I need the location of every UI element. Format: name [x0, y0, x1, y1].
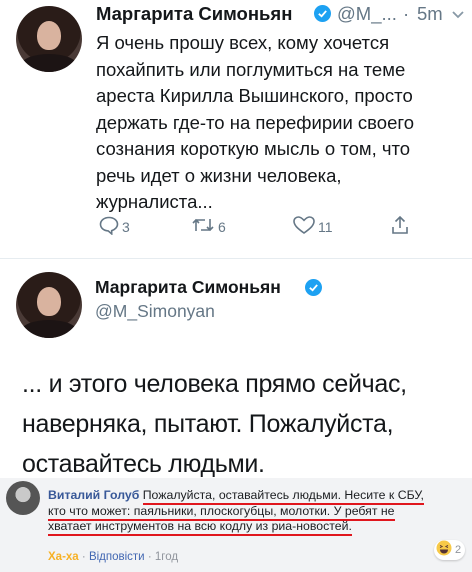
- tweet-author-name[interactable]: Маргарита Симоньян: [96, 3, 292, 25]
- comment-text-line-3: хватает инструментов на всю кодлу из риа…: [48, 519, 352, 536]
- tweet-author-name[interactable]: Маргарита Симоньян: [95, 277, 281, 298]
- haha-emoji-icon: [436, 540, 452, 561]
- tweet-handle[interactable]: @M_...: [337, 3, 397, 25]
- tweet-handle[interactable]: @M_Simonyan: [95, 301, 215, 322]
- tweet-text: Я очень прошу всех, кому хочется похайпи…: [96, 32, 414, 212]
- heart-icon: [292, 215, 316, 240]
- comment-text-line-2: кто что может: паяльники, плоскогубцы, м…: [48, 503, 395, 521]
- comment-bubble: Виталий Голуб Пожалуйста, оставайтесь лю…: [48, 488, 458, 536]
- reply-link[interactable]: Відповісти: [89, 551, 145, 563]
- retweet-icon: [190, 215, 216, 240]
- verified-badge-icon: [305, 279, 322, 296]
- comment-text-line-1: Пожалуйста, оставайтесь людьми. Несите к…: [142, 488, 424, 505]
- reaction-summary[interactable]: 2: [434, 540, 466, 561]
- divider: [0, 258, 472, 259]
- comment-timestamp[interactable]: 1год: [155, 551, 178, 563]
- share-button[interactable]: [389, 215, 411, 239]
- like-button[interactable]: 11: [292, 215, 333, 239]
- separator-dot: ·: [81, 551, 86, 563]
- tweet-timestamp[interactable]: 5m: [417, 3, 443, 25]
- reaction-count: 2: [455, 544, 462, 556]
- commenter-avatar[interactable]: [6, 481, 40, 515]
- avatar[interactable]: [16, 272, 82, 338]
- reply-count: 3: [122, 219, 130, 235]
- chevron-down-icon[interactable]: [450, 6, 466, 27]
- verified-badge-icon: [314, 5, 331, 22]
- reply-icon: [98, 215, 120, 240]
- like-count: 11: [318, 219, 333, 235]
- avatar[interactable]: [16, 6, 82, 72]
- separator-dot: ·: [403, 3, 410, 24]
- comment-footer: Ха-ха · Відповісти · 1год: [48, 551, 178, 563]
- share-icon: [389, 214, 411, 241]
- reply-button[interactable]: 3: [98, 215, 130, 239]
- retweet-count: 6: [218, 219, 226, 235]
- separator-dot: ·: [147, 551, 152, 563]
- tweet-text: ... и этого человека прямо сейчас, навер…: [22, 370, 407, 478]
- retweet-button[interactable]: 6: [190, 215, 226, 239]
- reaction-link[interactable]: Ха-ха: [48, 551, 79, 563]
- comment-author[interactable]: Виталий Голуб: [48, 488, 139, 502]
